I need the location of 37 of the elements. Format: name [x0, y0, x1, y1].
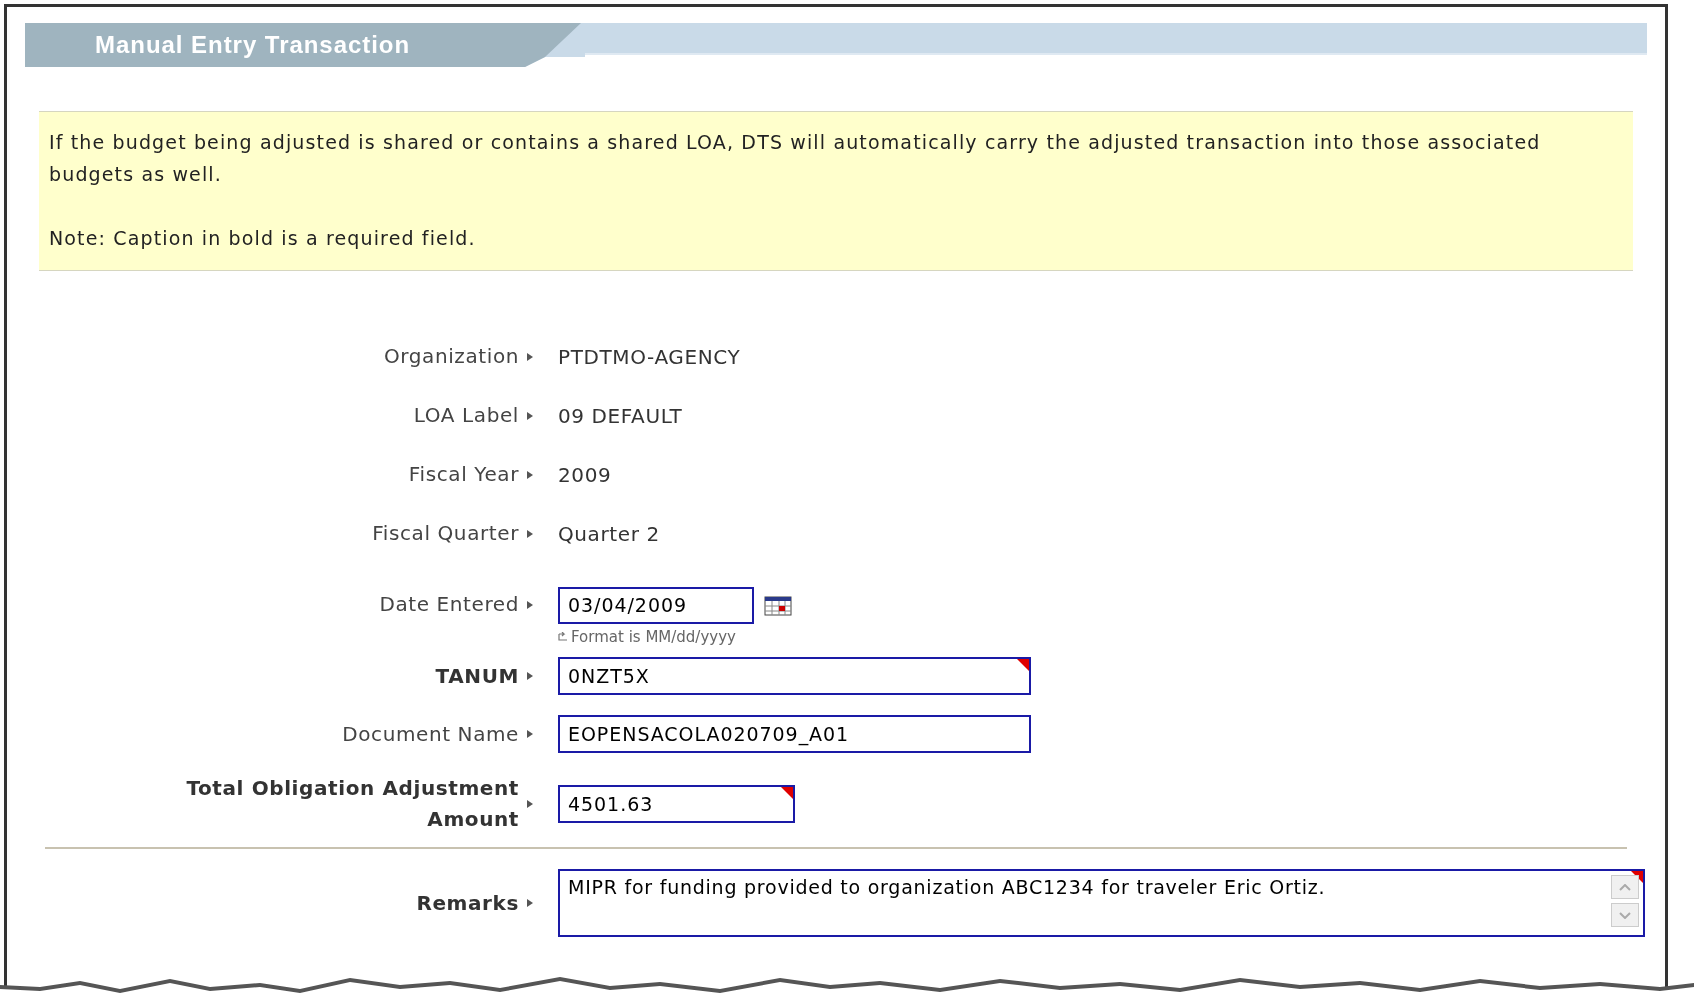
arrow-icon	[527, 411, 533, 420]
field-value: 2009	[558, 462, 612, 487]
chevron-up-icon	[1619, 883, 1631, 891]
format-hint: Format is MM/dd/yyyy	[571, 627, 736, 648]
input-field[interactable]: EOPENSACOLA020709_A01	[558, 715, 1031, 753]
input-field[interactable]: 0NZT5X	[558, 657, 1031, 695]
input-field[interactable]: 4501.63	[558, 785, 795, 823]
arrow-icon	[527, 600, 533, 609]
field-label: Remarks	[416, 889, 519, 917]
hint-arrow-icon	[558, 632, 568, 643]
arrow-icon	[527, 529, 533, 538]
field-label: Date Entered	[379, 591, 519, 618]
field-label: Fiscal Quarter	[372, 520, 519, 547]
arrow-icon	[527, 470, 533, 479]
required-note: Note: Caption in bold is a required field.	[49, 226, 477, 251]
field-value: PTDTMO-AGENCY	[558, 344, 741, 369]
tab-slant-drawing	[525, 23, 585, 67]
remarks-field[interactable]: MIPR for funding provided to organization ABC1234 for traveler Eric Ortiz.	[558, 869, 1645, 937]
field-value: Quarter 2	[558, 521, 660, 546]
field-label: Fiscal Year	[408, 461, 519, 488]
field-label: Document Name	[342, 720, 519, 748]
field-label: Organization	[383, 343, 519, 370]
arrow-icon	[527, 672, 533, 680]
field-label: LOA Label	[413, 402, 519, 429]
field-label: Total Obligation Adjustment Amount	[185, 775, 519, 833]
arrow-icon	[527, 730, 533, 738]
scroll-up-button[interactable]	[1611, 875, 1639, 899]
date-field[interactable]: 03/04/2009	[558, 587, 754, 624]
field-label: TANUM	[435, 662, 519, 690]
arrow-icon	[527, 899, 533, 907]
field-value: 09 DEFAULT	[558, 403, 683, 428]
arrow-icon	[527, 800, 533, 808]
arrow-icon	[527, 352, 533, 361]
calendar-icon[interactable]	[764, 595, 792, 616]
scroll-down-button[interactable]	[1611, 903, 1639, 927]
chevron-down-icon	[1619, 911, 1631, 919]
notice-message: If the budget being adjusted is shared or contains a shared LOA, DTS will automatically carry the adjusted transaction into those associated budgets as well.	[49, 130, 1542, 187]
